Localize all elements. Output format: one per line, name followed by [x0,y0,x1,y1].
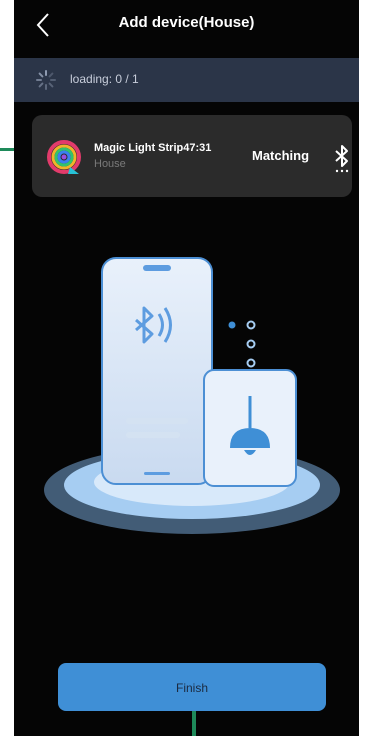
device-room: House [94,158,126,170]
annotation-line-left [0,148,14,151]
device-card[interactable]: Magic Light Strip47:31 House Matching [32,115,352,197]
bluetooth-icon [335,145,349,173]
phone-bluetooth-lamp-illustration [44,257,340,534]
header: Add device(House) [14,0,359,50]
annotation-line-bottom [192,711,196,736]
spinner-icon [36,70,56,90]
app-screen: Add device(House) loading: 0 / 1 Magic L… [14,0,359,736]
device-name: Magic Light Strip47:31 [94,142,212,154]
loading-bar: loading: 0 / 1 [14,58,359,102]
rainbow-ring-icon [47,140,81,174]
page-title: Add device(House) [118,14,255,31]
matching-status: Matching [252,148,310,163]
finish-button[interactable]: Finish [58,663,326,711]
loading-status: loading: 0 / 1 [70,72,139,86]
